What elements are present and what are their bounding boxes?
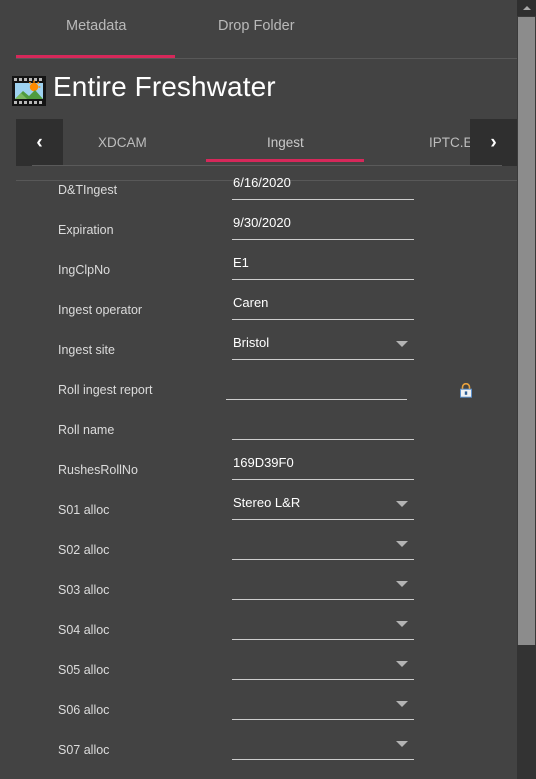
page-title: Entire Freshwater (53, 71, 276, 102)
field-underline (232, 639, 414, 640)
field-value: Stereo L&R (233, 495, 301, 510)
text-field[interactable] (226, 372, 407, 404)
field-row: Expiration 9/30/2020 (0, 206, 517, 246)
field-label: D&TIngest (58, 183, 118, 197)
caret-up-icon (522, 6, 531, 10)
scrollbar-thumb[interactable] (518, 17, 535, 645)
field-value: 6/16/2020 (233, 175, 291, 190)
sub-tab-ingest[interactable]: Ingest (267, 135, 304, 150)
tab-metadata[interactable]: Metadata (66, 18, 126, 34)
field-underline (232, 239, 414, 240)
field-row: IngClpNo E1 (0, 246, 517, 286)
field-row: S03 alloc (0, 566, 517, 606)
image-thumbnail-icon (12, 76, 46, 106)
vertical-scrollbar[interactable] (517, 0, 536, 779)
field-underline (226, 399, 407, 400)
title-row: Entire Freshwater (0, 62, 517, 181)
dropdown-field[interactable]: Stereo L&R (232, 492, 414, 524)
field-value: 169D39F0 (233, 455, 294, 470)
field-label: Ingest operator (58, 303, 143, 317)
field-row: RushesRollNo 169D39F0 (0, 446, 517, 486)
scrollbar-track[interactable] (517, 645, 536, 779)
field-row: S04 alloc (0, 606, 517, 646)
field-row: S07 alloc (0, 726, 517, 766)
field-value: Caren (233, 295, 269, 310)
chevron-down-icon[interactable] (396, 701, 408, 707)
field-underline (232, 359, 414, 360)
text-field[interactable]: E1 (232, 252, 414, 284)
dropdown-field[interactable]: Bristol (232, 332, 414, 364)
text-field[interactable]: 169D39F0 (232, 452, 414, 484)
dropdown-field[interactable] (232, 732, 414, 764)
text-field[interactable]: Caren (232, 292, 414, 324)
field-row: Roll name (0, 406, 517, 446)
scroll-up-button[interactable] (517, 0, 536, 16)
field-label: S03 alloc (58, 583, 110, 597)
field-row: S01 alloc Stereo L&R (0, 486, 517, 526)
field-label: Roll name (58, 423, 115, 437)
dropdown-field[interactable] (232, 652, 414, 684)
dropdown-field[interactable] (232, 612, 414, 644)
sub-tab-iptc-envelope[interactable]: IPTC.Envelope (429, 135, 470, 150)
metadata-form: D&TIngest 6/16/2020 Expiration 9/30/2020 Ing… (0, 166, 517, 779)
field-label: S04 alloc (58, 623, 110, 637)
field-row: Ingest operator Caren (0, 286, 517, 326)
text-field[interactable]: 9/30/2020 (232, 212, 414, 244)
field-label: Ingest site (58, 343, 115, 357)
chevron-down-icon[interactable] (396, 581, 408, 587)
field-row: Ingest site Bristol (0, 326, 517, 366)
field-row: D&TIngest 6/16/2020 (0, 166, 517, 206)
field-underline (232, 519, 414, 520)
field-underline (232, 479, 414, 480)
dropdown-field[interactable] (232, 572, 414, 604)
chevron-left-icon[interactable]: ‹ (16, 119, 63, 166)
dropdown-field[interactable] (232, 692, 414, 724)
sub-tab-xdcam[interactable]: XDCAM (98, 135, 147, 150)
field-row: S06 alloc (0, 686, 517, 726)
chevron-down-icon[interactable] (396, 661, 408, 667)
text-field[interactable]: 6/16/2020 (232, 172, 414, 204)
field-label: IngClpNo (58, 263, 111, 277)
field-underline (232, 759, 414, 760)
field-label: Expiration (58, 223, 114, 237)
field-label: S02 alloc (58, 543, 110, 557)
field-label: S05 alloc (58, 663, 110, 677)
chevron-down-icon[interactable] (396, 501, 408, 507)
chevron-down-icon[interactable] (396, 341, 408, 347)
field-underline (232, 199, 414, 200)
field-row: S05 alloc (0, 646, 517, 686)
field-row: Roll ingest report (0, 366, 517, 406)
field-underline (232, 599, 414, 600)
field-row: S02 alloc (0, 526, 517, 566)
text-field[interactable] (232, 412, 414, 444)
active-sub-tab-indicator (206, 159, 364, 162)
metadata-panel-window: Metadata Drop Folder Entire Freshwater ‹… (0, 0, 536, 779)
tab-drop-folder[interactable]: Drop Folder (218, 18, 295, 34)
field-value: Bristol (233, 335, 270, 350)
field-underline (232, 719, 414, 720)
field-underline (232, 279, 414, 280)
field-label: S01 alloc (58, 503, 110, 517)
field-underline (232, 319, 414, 320)
tab-bar-divider (16, 58, 517, 59)
field-value: 9/30/2020 (233, 215, 291, 230)
chevron-down-icon[interactable] (396, 621, 408, 627)
chevron-down-icon[interactable] (396, 541, 408, 547)
dropdown-field[interactable] (232, 532, 414, 564)
field-label: Roll ingest report (58, 383, 153, 397)
field-underline (232, 679, 414, 680)
field-value: E1 (233, 255, 249, 270)
chevron-down-icon[interactable] (396, 741, 408, 747)
sub-tab-bar: ‹ XDCAM Ingest IPTC.Envelope › (16, 119, 517, 166)
field-underline (232, 559, 414, 560)
lock-icon[interactable] (459, 382, 473, 398)
top-tab-bar: Metadata Drop Folder (0, 0, 517, 62)
field-label: S07 alloc (58, 743, 110, 757)
chevron-right-icon[interactable]: › (470, 119, 517, 166)
field-label: RushesRollNo (58, 463, 138, 477)
field-label: S06 alloc (58, 703, 110, 717)
field-underline (232, 439, 414, 440)
